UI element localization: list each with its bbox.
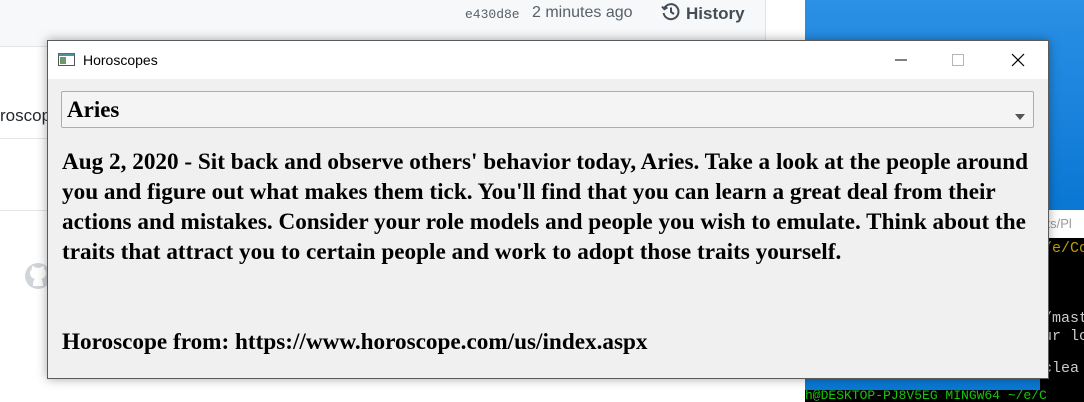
window-title: Horoscopes <box>83 52 158 68</box>
maximize-button[interactable] <box>935 41 981 79</box>
minimize-icon <box>895 59 907 61</box>
terminal-line: /mast <box>1043 310 1084 327</box>
close-button[interactable] <box>995 41 1041 79</box>
history-clock-icon <box>661 2 681 27</box>
window-titlebar[interactable]: Horoscopes <box>48 41 1048 79</box>
horoscope-source: Horoscope from: https://www.horoscope.co… <box>62 329 648 355</box>
terminal-line: /e/Co <box>1043 240 1084 257</box>
history-link[interactable]: History <box>661 2 745 27</box>
zodiac-sign-value: Aries <box>67 97 120 122</box>
minimize-button[interactable] <box>878 41 924 79</box>
horoscope-text: Aug 2, 2020 - Sit back and observe other… <box>62 149 1029 265</box>
chevron-down-icon <box>1015 107 1025 125</box>
zodiac-sign-select[interactable]: Aries <box>61 91 1034 128</box>
truncated-text: roscop <box>0 106 52 125</box>
close-icon <box>1011 53 1025 67</box>
history-label: History <box>686 4 745 23</box>
terminal-prompt: h@DESKTOP-PJ8V5EG MINGW64 ~/e/C <box>805 390 1084 402</box>
horoscopes-window: Horoscopes Aries Aug 2, 2020 - Sit back … <box>47 40 1049 379</box>
terminal-line: ur lo <box>1043 328 1084 345</box>
maximize-icon <box>952 54 964 66</box>
commit-time: 2 minutes ago <box>532 4 633 21</box>
window-app-icon <box>58 53 75 66</box>
commit-hash-link[interactable]: e430d8e <box>465 7 520 22</box>
